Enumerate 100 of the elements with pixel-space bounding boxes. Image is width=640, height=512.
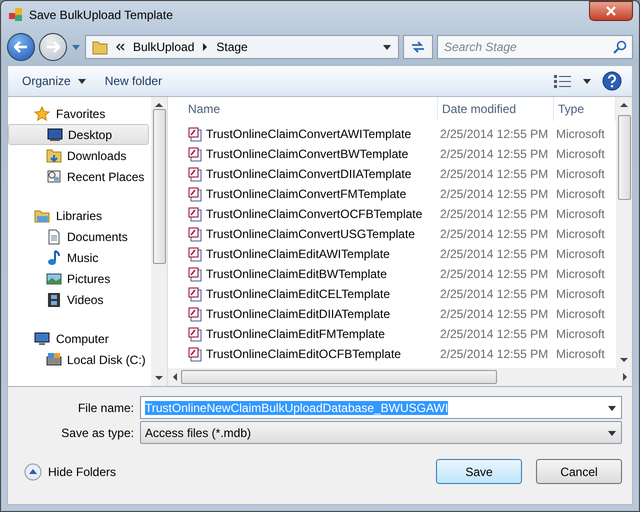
nav-item[interactable]: Local Disk (C:) [8,349,149,370]
right-arrow-icon [623,373,628,381]
type-cell-text: Microsoft [555,167,606,181]
date-cell-text: 2/25/2014 12:55 PM [439,227,550,241]
right-arrow-icon [46,41,60,53]
nav-group[interactable]: Computer [8,328,151,349]
list-scrollbar[interactable] [616,97,632,368]
file-name[interactable]: TrustOnlineClaimConvertUSGTemplate [188,226,438,242]
type-cell-text: Microsoft [555,267,606,281]
date-cell-text: 2/25/2014 12:55 PM [439,187,550,201]
left-arrow-icon [14,41,28,53]
nav-group-label: Favorites [56,106,106,120]
date-cell-text: 2/25/2014 12:55 PM [439,207,550,221]
search-field[interactable]: Search Stage [437,35,633,59]
nav-item[interactable]: Recent Places [8,166,149,187]
type-cell-text: Microsoft [555,327,606,341]
file-name[interactable]: TrustOnlineClaimEditDIIATemplate [188,306,438,322]
app-icon [9,8,23,22]
view-options-icon [554,74,572,88]
nav-item-icon [47,126,63,142]
date-cell-text: 2/25/2014 12:55 PM [439,347,550,361]
left-arrow-icon [172,373,177,381]
nav-item-icon [46,270,62,286]
address-bar[interactable]: BulkUpload Stage [85,35,399,59]
nav-group[interactable]: Favorites [8,103,151,124]
nav-item[interactable]: Desktop [8,124,149,145]
file-name[interactable]: TrustOnlineClaimConvertDIIATemplate [188,166,438,182]
nav-group[interactable]: Libraries [8,205,151,226]
date-cell-text: 2/25/2014 12:55 PM [439,327,550,341]
file-name[interactable]: TrustOnlineClaimConvertBWTemplate [188,146,438,162]
file-name[interactable]: TrustOnlineClaimEditOCFBTemplate [188,346,438,362]
scroll-thumb[interactable] [181,370,497,384]
close-button[interactable] [589,1,633,21]
date-column-header[interactable]: Date modified [438,97,554,121]
type-cell-text: Microsoft [555,187,606,201]
nav-item-icon [46,148,62,164]
type-cell-text: Microsoft [555,287,606,301]
type-cell-text: Microsoft [555,347,606,361]
refresh-icon [410,40,426,54]
file-name[interactable]: TrustOnlineClaimEditFMTemplate [188,326,438,342]
scroll-thumb[interactable] [618,115,630,200]
search-icon [613,40,627,54]
double-chevron-icon [116,43,125,51]
forward-button[interactable] [39,33,67,61]
date-cell-text: 2/25/2014 12:55 PM [439,267,550,281]
file-icon [188,226,202,242]
type-cell-text: Microsoft [555,227,606,241]
nav-item[interactable]: Pictures [8,268,149,289]
nav-item-icon [46,352,62,368]
file-icon [188,146,202,162]
refresh-button[interactable] [403,35,433,59]
file-name[interactable]: TrustOnlineClaimEditBWTemplate [188,266,438,282]
file-name[interactable]: TrustOnlineClaimEditCELTemplate [188,286,438,302]
file-name[interactable]: TrustOnlineClaimConvertOCFBTemplate [188,206,438,222]
nav-group-icon [34,106,50,122]
scroll-thumb[interactable] [152,109,166,264]
file-name[interactable]: TrustOnlineClaimConvertAWITemplate [188,126,438,142]
collapse-icon [24,462,42,480]
file-icon [188,266,202,282]
nav-item-icon [46,250,62,266]
breadcrumb[interactable]: BulkUpload [133,40,194,54]
horizontal-scrollbar[interactable] [168,368,632,386]
type-cell-text: Microsoft [555,207,606,221]
window-title: Save BulkUpload Template [29,8,174,22]
nav-item-icon [46,292,62,308]
file-icon [188,166,202,182]
nav-item-icon [46,168,62,184]
date-cell-text: 2/25/2014 12:55 PM [439,307,550,321]
cancel-button[interactable]: Cancel [536,459,622,484]
down-arrow-icon [155,376,163,381]
dropdown-caret-icon [382,43,392,51]
breadcrumb[interactable]: Stage [216,40,248,54]
folder-icon [92,39,108,55]
field-label: File name: [76,400,134,414]
file-icon [188,306,202,322]
nav-group-icon [34,330,50,346]
name-column-header[interactable]: Name [184,97,438,121]
file-icon [188,286,202,302]
save-button[interactable]: Save [436,459,522,484]
dropdown-caret-icon [607,428,617,436]
nav-item[interactable]: Music [8,247,149,268]
hide-folders-button[interactable]: Hide Folders [24,462,116,480]
file-name[interactable]: TrustOnlineClaimConvertFMTemplate [188,186,438,202]
organize-menu[interactable]: Organize [18,71,91,91]
date-cell-text: 2/25/2014 12:55 PM [439,147,550,161]
file-name[interactable]: TrustOnlineClaimEditAWITemplate [188,246,438,262]
breadcrumb-arrow-icon [202,43,208,51]
file-icon [188,246,202,262]
file-icon [188,186,202,202]
close-icon [606,6,616,16]
nav-item[interactable]: Videos [8,289,149,310]
nav-item[interactable]: Documents [8,226,149,247]
nav-item[interactable]: Downloads [8,145,149,166]
sidebar-scrollbar[interactable] [151,97,167,386]
caret-icon [76,77,87,85]
dropdown-caret-icon [607,404,617,412]
file-type-dropdown[interactable]: Access files (*.mdb) [140,421,622,444]
new-folder-button[interactable]: New folder [100,71,166,91]
back-button[interactable] [7,33,35,61]
date-cell-text: 2/25/2014 12:55 PM [439,167,550,181]
